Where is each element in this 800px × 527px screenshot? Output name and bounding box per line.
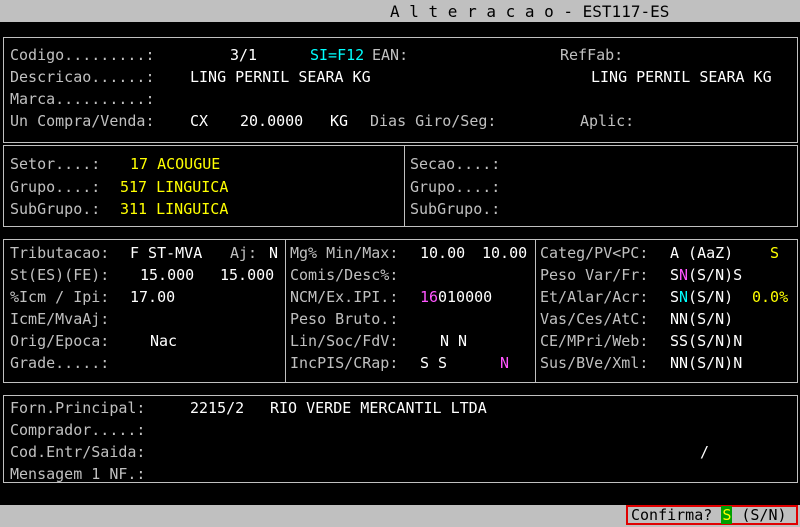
mg-min-field[interactable]: 10.00 (420, 244, 465, 262)
un-venda-field[interactable]: KG (330, 112, 348, 130)
icm-label: %Icm / Ipi: (10, 288, 110, 306)
sus-label: Sus/BVe/Xml: (540, 354, 649, 372)
si-hint: SI=F12 (310, 46, 365, 64)
un-compra-field[interactable]: CX (190, 112, 208, 130)
confirm-input[interactable]: S (721, 506, 733, 524)
categ-field[interactable]: A (AaZ) (670, 244, 733, 262)
pesovar-label: Peso Var/Fr: (540, 266, 649, 284)
uncompra-label: Un Compra/Venda: (10, 112, 155, 130)
icm-field[interactable]: 17.00 (130, 288, 175, 306)
st-label: St(ES)(FE): (10, 266, 110, 284)
secao-label: Secao....: (410, 155, 501, 173)
mg-max-field[interactable]: 10.00 (482, 244, 527, 262)
etalar-label: Et/Alar/Acr: (540, 288, 649, 306)
etalar-b-field[interactable]: N (679, 288, 688, 306)
subgrupo-field[interactable]: 311 LINGUICA (120, 200, 228, 218)
incpis-field[interactable]: S S (420, 354, 447, 372)
incpis-label: IncPIS/CRap: (290, 354, 399, 372)
ncm-label: NCM/Ex.IPI.: (290, 288, 399, 306)
aplic-label: Aplic: (580, 112, 635, 130)
orig-label: Orig/Epoca: (10, 332, 110, 350)
comis-label: Comis/Desc%: (290, 266, 399, 284)
diasgiro-label: Dias Giro/Seg: (370, 112, 497, 130)
aj-label: Aj: (230, 244, 258, 262)
lin-field[interactable]: N N (440, 332, 467, 350)
grupo-field[interactable]: 517 LINGUICA (120, 178, 228, 196)
lin-label: Lin/Soc/FdV: (290, 332, 399, 350)
forn-label: Forn.Principal: (10, 399, 146, 417)
orig-field[interactable]: Nac (150, 332, 177, 350)
grade-label: Grade.....: (10, 354, 110, 372)
codentr-label: Cod.Entr/Saida: (10, 443, 146, 461)
status-bar: Confirma? S (S/N) (0, 505, 800, 527)
confirm-label: Confirma? (631, 506, 713, 524)
grupo-label: Grupo....: (10, 178, 101, 196)
icme-label: IcmE/MvaAj: (10, 310, 110, 328)
tributacao-field[interactable]: F ST-MVA (130, 244, 202, 262)
window-title: A l t e r a c a o - EST117-ES (390, 2, 670, 21)
title-bar: A l t e r a c a o - EST117-ES (0, 0, 800, 22)
vas-field[interactable]: NN(S/N) (670, 310, 733, 328)
subgrupo-label: SubGrupo.: (10, 200, 101, 218)
forn-code-field[interactable]: 2215/2 (190, 399, 244, 417)
etalar-c-field: (S/N) (688, 288, 734, 306)
reffab-label: RefFab: (560, 46, 624, 64)
pesovar-a-field[interactable]: S (670, 266, 679, 284)
descricao-field[interactable]: LING PERNIL SEARA KG (190, 68, 371, 86)
categ-s-field[interactable]: S (770, 244, 779, 262)
mensagem-label: Mensagem 1 NF.: (10, 465, 146, 483)
setor-label: Setor....: (10, 155, 101, 173)
pesovar-c-field: (S/N)S (688, 266, 743, 284)
pesovar-b-field[interactable]: N (679, 266, 688, 284)
mg-label: Mg% Min/Max: (290, 244, 399, 262)
forn-name-field[interactable]: RIO VERDE MERCANTIL LTDA (270, 399, 487, 417)
ncm-prefix[interactable]: 16 (420, 288, 438, 306)
ean-label: EAN: (372, 46, 409, 64)
descricao-secondary-field[interactable]: LING PERNIL SEARA KG (591, 68, 772, 86)
categ-label: Categ/PV<PC: (540, 244, 649, 262)
confirm-options: (S/N) (741, 506, 787, 524)
marca-label: Marca..........: (10, 90, 155, 108)
tributacao-label: Tributacao: (10, 244, 110, 262)
incpis-secondary-field[interactable]: N (500, 354, 509, 372)
comprador-label: Comprador.....: (10, 421, 146, 439)
etalar-pct-field[interactable]: 0.0% (752, 288, 788, 306)
fator-field[interactable]: 20.0000 (240, 112, 303, 130)
sus-field[interactable]: NN(S/N)N (670, 354, 742, 372)
codigo-field[interactable]: 3/1 (230, 46, 257, 64)
peso-bruto-label: Peso Bruto.: (290, 310, 399, 328)
confirm-prompt[interactable]: Confirma? S (S/N) (626, 505, 798, 525)
subgrupo2-label: SubGrupo.: (410, 200, 501, 218)
descricao-label: Descricao......: (10, 68, 155, 86)
ce-label: CE/MPri/Web: (540, 332, 649, 350)
setor-field[interactable]: 17 ACOUGUE (130, 155, 220, 173)
ncm-field[interactable]: 010000 (438, 288, 492, 306)
aj-field[interactable]: N (269, 244, 278, 262)
st-fe-field[interactable]: 15.000 (220, 266, 274, 284)
grupo2-label: Grupo....: (410, 178, 501, 196)
vas-label: Vas/Ces/AtC: (540, 310, 649, 328)
codentr-separator: / (700, 443, 710, 461)
etalar-a-field[interactable]: S (670, 288, 679, 306)
codigo-label: Codigo.........: (10, 46, 155, 64)
ce-field[interactable]: SS(S/N)N (670, 332, 742, 350)
st-es-field[interactable]: 15.000 (140, 266, 194, 284)
